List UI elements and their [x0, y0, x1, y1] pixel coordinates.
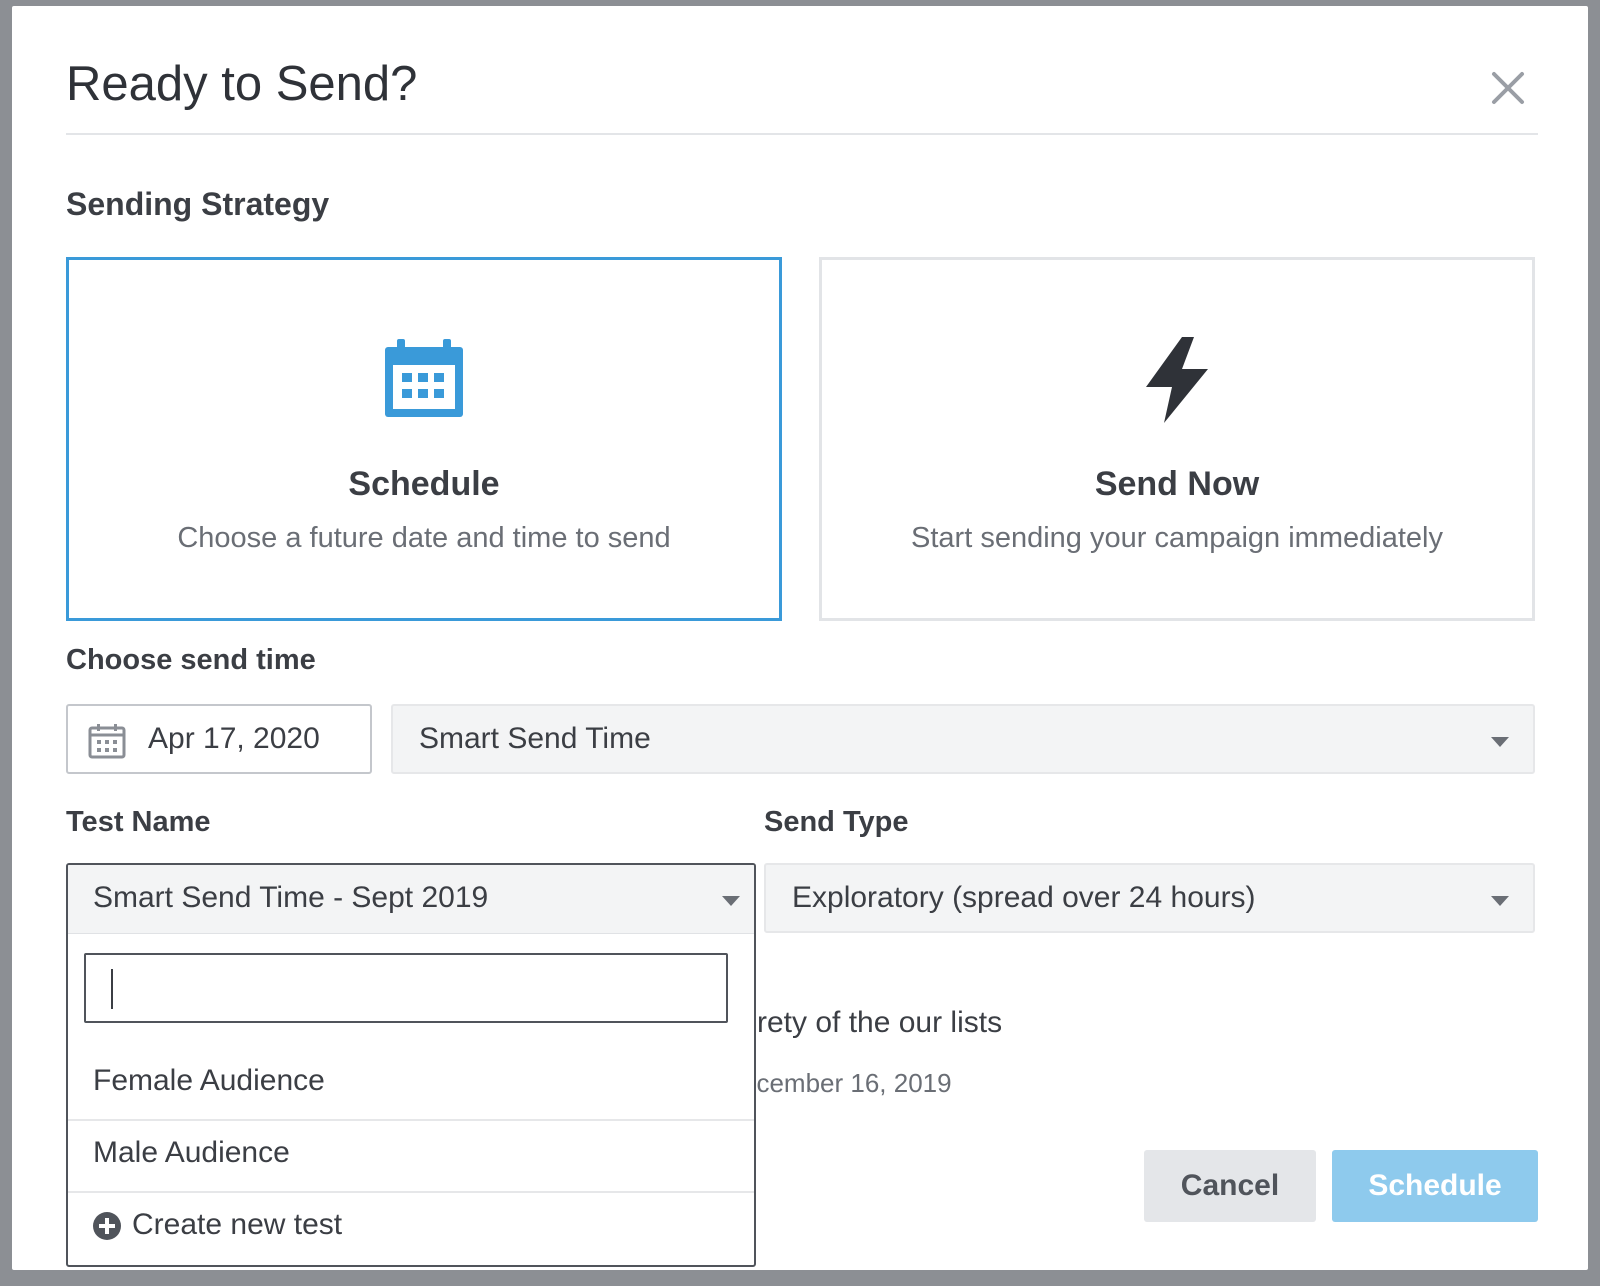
send-now-option-title: Send Now	[1094, 465, 1260, 503]
schedule-option-card[interactable]: Schedule Choose a future date and time t…	[66, 257, 782, 621]
send-time-select-value: Smart Send Time	[419, 722, 651, 755]
test-name-label: Test Name	[66, 806, 211, 838]
create-new-test-label: Create new test	[132, 1208, 343, 1241]
send-type-select-value: Exploratory (spread over 24 hours)	[792, 881, 1256, 914]
text-cursor	[111, 969, 113, 1009]
send-now-option-card[interactable]: Send Now Start sending your campaign imm…	[819, 257, 1535, 621]
sending-strategy-heading: Sending Strategy	[66, 186, 330, 222]
create-new-test-option[interactable]: Create new test	[68, 1191, 754, 1261]
send-type-label: Send Type	[764, 806, 909, 838]
option-label: Male Audience	[93, 1136, 290, 1169]
cancel-button[interactable]: Cancel	[1144, 1150, 1316, 1222]
schedule-option-title: Schedule	[348, 465, 500, 503]
close-icon[interactable]	[1488, 68, 1528, 108]
modal-title: Ready to Send?	[66, 57, 418, 111]
calendar-icon	[88, 723, 126, 764]
send-modal: Ready to Send? Sending Strategy Schedule	[12, 6, 1588, 1270]
send-date-input[interactable]: Apr 17, 2020	[66, 704, 372, 774]
test-name-search-input[interactable]	[84, 953, 728, 1023]
calendar-icon	[383, 337, 465, 424]
chevron-down-icon	[1491, 896, 1509, 906]
send-date-value: Apr 17, 2020	[148, 722, 320, 755]
send-type-select[interactable]: Exploratory (spread over 24 hours)	[764, 863, 1535, 933]
dropdown-option-male-audience[interactable]: Male Audience	[68, 1119, 754, 1189]
send-time-label: Choose send time	[66, 644, 316, 676]
header-divider	[66, 133, 1538, 135]
plus-circle-icon	[92, 1211, 122, 1249]
test-name-select-value: Smart Send Time - Sept 2019	[93, 881, 489, 914]
chevron-down-icon	[722, 896, 740, 906]
date-info-text: ecember 16, 2019	[742, 1068, 952, 1098]
schedule-button[interactable]: Schedule	[1332, 1150, 1538, 1222]
test-name-select[interactable]: Smart Send Time - Sept 2019	[68, 865, 754, 934]
audience-description-text: tirety of the our lists	[742, 1006, 1003, 1039]
schedule-option-description: Choose a future date and time to send	[177, 522, 671, 554]
send-time-select[interactable]: Smart Send Time	[391, 704, 1535, 774]
lightning-icon	[1142, 337, 1212, 428]
chevron-down-icon	[1491, 737, 1509, 747]
send-now-option-description: Start sending your campaign immediately	[911, 522, 1443, 554]
test-name-dropdown: Smart Send Time - Sept 2019 Female Audie…	[66, 863, 756, 1267]
dropdown-option-female-audience[interactable]: Female Audience	[68, 1047, 754, 1117]
option-label: Female Audience	[93, 1064, 325, 1097]
